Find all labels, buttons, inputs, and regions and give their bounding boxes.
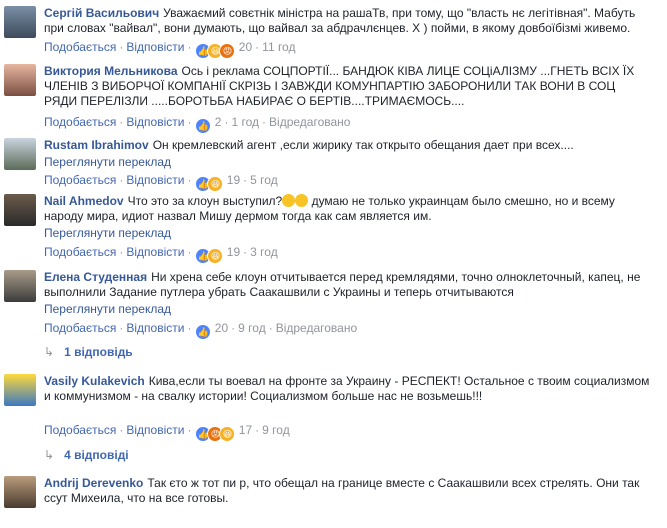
haha-reaction-icon: 😆 bbox=[219, 426, 236, 442]
see-translation-link[interactable]: Переглянути переклад bbox=[44, 226, 651, 241]
avatar[interactable] bbox=[4, 138, 36, 170]
comment-body: Сергій Васильович Уважаємий совєтнік міні… bbox=[44, 6, 651, 36]
angry-reaction-icon: 😡 bbox=[219, 43, 236, 59]
edited-label[interactable]: Відредаговано bbox=[269, 115, 350, 129]
avatar[interactable] bbox=[4, 374, 36, 406]
like-reaction-icon: 👍 bbox=[195, 324, 212, 340]
reaction-count: 19 bbox=[226, 245, 241, 259]
reactions-icons[interactable]: 👍 😡 😆 bbox=[195, 426, 236, 442]
see-translation-link[interactable]: Переглянути переклад bbox=[44, 155, 651, 170]
reaction-count: 2 bbox=[214, 115, 222, 129]
reaction-count: 20 bbox=[238, 40, 253, 54]
comment-author[interactable]: Vasily Kulakevich bbox=[44, 374, 145, 388]
reply-link[interactable]: Відповісти bbox=[126, 245, 184, 259]
comment-body: Vasily Kulakevich Кива,если ты воевал на … bbox=[44, 374, 651, 404]
comment-author[interactable]: Andrij Derevenko bbox=[44, 476, 143, 490]
comment-time[interactable]: 5 год bbox=[250, 173, 278, 187]
replies-count: 1 відповідь bbox=[64, 345, 133, 359]
comment-time[interactable]: 9 год bbox=[238, 321, 266, 335]
like-link[interactable]: Подобається bbox=[44, 423, 116, 437]
replies-count: 4 відповіді bbox=[64, 448, 129, 462]
comment-author[interactable]: Rustam Ibrahimov bbox=[44, 138, 149, 152]
reply-link[interactable]: Відповісти bbox=[126, 115, 184, 129]
reactions-icons[interactable]: 👍 😆 😡 bbox=[195, 43, 236, 59]
reactions-icons[interactable]: 👍 😆 bbox=[195, 176, 224, 192]
comment-actions: Подобається · Відповісти · 👍 😆 😡 20 · 11 год bbox=[44, 40, 295, 59]
avatar[interactable] bbox=[4, 476, 36, 508]
comment-body: Rustam Ibrahimov Он кремлевский агент ,ес… bbox=[44, 138, 651, 170]
comment-time[interactable]: 1 год bbox=[231, 115, 259, 129]
like-reaction-icon: 👍 bbox=[195, 118, 212, 134]
like-link[interactable]: Подобається bbox=[44, 115, 116, 129]
comment-body: Nail Ahmedov Что это за клоун выступил? д… bbox=[44, 194, 651, 241]
reply-arrow-icon: ↳ bbox=[44, 448, 55, 462]
like-link[interactable]: Подобається bbox=[44, 321, 116, 335]
like-link[interactable]: Подобається bbox=[44, 245, 116, 259]
comment-body: Виктория Мельникова Ось і реклама СОЦПОРТ… bbox=[44, 64, 651, 109]
avatar[interactable] bbox=[4, 64, 36, 96]
comment-time[interactable]: 9 год bbox=[262, 423, 290, 437]
avatar[interactable] bbox=[4, 194, 36, 226]
comment-actions: Подобається · Відповісти · 👍 😆 19 · 3 год bbox=[44, 245, 278, 264]
comment-actions: Подобається · Відповісти · 👍 😆 19 · 5 год bbox=[44, 173, 278, 192]
reaction-count: 17 bbox=[238, 423, 253, 437]
view-replies-link[interactable]: ↳ 4 відповіді bbox=[44, 448, 129, 462]
see-translation-link[interactable]: Переглянути переклад bbox=[44, 302, 651, 317]
like-link[interactable]: Подобається bbox=[44, 40, 116, 54]
reply-link[interactable]: Відповісти bbox=[126, 40, 184, 54]
reaction-count: 19 bbox=[226, 173, 241, 187]
haha-reaction-icon: 😆 bbox=[207, 248, 224, 264]
avatar[interactable] bbox=[4, 270, 36, 302]
laughing-emoji-icon bbox=[295, 194, 309, 207]
edited-label[interactable]: Відредаговано bbox=[276, 321, 357, 335]
comment-actions: Подобається · Відповісти · 👍 😡 😆 17 · 9 год bbox=[44, 423, 290, 442]
comment-author[interactable]: Виктория Мельникова bbox=[44, 64, 178, 78]
reactions-icons[interactable]: 👍 😆 bbox=[195, 248, 224, 264]
comment-time[interactable]: 3 год bbox=[250, 245, 278, 259]
comment-body: Елена Студенная Ни хрена себе клоун отчит… bbox=[44, 270, 651, 317]
reactions-icons[interactable]: 👍 bbox=[195, 118, 212, 134]
haha-reaction-icon: 😆 bbox=[207, 176, 224, 192]
view-replies-link[interactable]: ↳ 1 відповідь bbox=[44, 345, 133, 359]
reply-link[interactable]: Відповісти bbox=[126, 423, 184, 437]
comment-time[interactable]: 11 год bbox=[262, 40, 295, 54]
comment-author[interactable]: Сергій Васильович bbox=[44, 6, 159, 20]
comment-author[interactable]: Елена Студенная bbox=[44, 270, 147, 284]
reactions-icons[interactable]: 👍 bbox=[195, 324, 212, 340]
comment-actions: Подобається · Відповісти · 👍 2 · 1 год · Відреда… bbox=[44, 115, 350, 134]
comment-author[interactable]: Nail Ahmedov bbox=[44, 194, 124, 208]
comment-text: Он кремлевский агент ,если жирику так от… bbox=[152, 138, 574, 152]
reaction-count: 20 bbox=[214, 321, 229, 335]
comment-text: Что это за клоун выступил? bbox=[127, 194, 283, 208]
comment-body: Andrij Derevenko Так єто ж тот пи р, что … bbox=[44, 476, 651, 506]
avatar[interactable] bbox=[4, 6, 36, 38]
comment-actions: Подобається · Відповісти · 👍 20 · 9 год · Відред… bbox=[44, 321, 357, 340]
reply-arrow-icon: ↳ bbox=[44, 345, 55, 359]
reply-link[interactable]: Відповісти bbox=[126, 321, 184, 335]
reply-link[interactable]: Відповісти bbox=[126, 173, 184, 187]
laughing-emoji-icon bbox=[282, 194, 296, 207]
like-link[interactable]: Подобається bbox=[44, 173, 116, 187]
